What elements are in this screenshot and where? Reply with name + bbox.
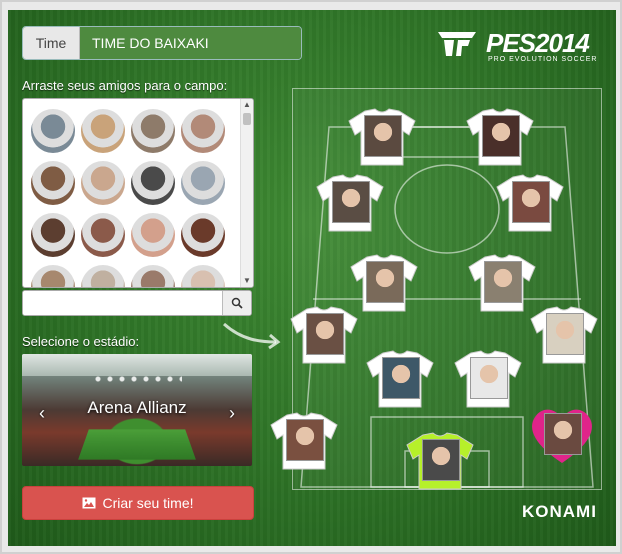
player-photo: [382, 357, 420, 399]
player-slot[interactable]: [405, 431, 475, 491]
player-slot[interactable]: [467, 253, 537, 313]
friend-avatar[interactable]: [181, 213, 225, 257]
friend-avatar[interactable]: [81, 213, 125, 257]
friend-avatar[interactable]: [181, 265, 225, 287]
player-slot[interactable]: [465, 107, 535, 167]
player-slot[interactable]: [365, 349, 435, 409]
search-button[interactable]: [222, 291, 251, 315]
player-slot[interactable]: [269, 411, 339, 471]
pes-crest-icon: [438, 32, 476, 56]
stadium-roof: [22, 354, 252, 376]
friend-search-input[interactable]: [23, 291, 222, 315]
player-photo: [470, 357, 508, 399]
chevron-right-icon[interactable]: ›: [226, 404, 238, 422]
friends-list[interactable]: ▲ ▼: [22, 98, 254, 288]
friend-avatar[interactable]: [31, 161, 75, 205]
soccer-field[interactable]: [270, 88, 602, 491]
player-photo: [484, 261, 522, 303]
team-name-input[interactable]: [80, 27, 301, 59]
friend-avatar[interactable]: [181, 109, 225, 153]
player-photo: [364, 115, 402, 157]
player-slot[interactable]: [347, 107, 417, 167]
create-team-label: Criar seu time!: [102, 495, 194, 511]
player-photo: [482, 115, 520, 157]
stadium-field: [78, 429, 196, 460]
player-photo: [422, 439, 460, 481]
player-slot[interactable]: [495, 173, 565, 233]
search-icon: [231, 297, 243, 309]
drag-arrow-icon: [223, 322, 281, 350]
logo-subtitle: PRO EVOLUTION SOCCER: [488, 56, 598, 63]
player-photo: [366, 261, 404, 303]
friend-avatar[interactable]: [131, 265, 175, 287]
friends-instruction: Arraste seus amigos para o campo:: [22, 78, 228, 93]
friend-avatar[interactable]: [31, 213, 75, 257]
logo-title: PES2014: [486, 28, 590, 58]
stadium-instruction: Selecione o estádio:: [22, 334, 140, 349]
create-team-button[interactable]: Criar seu time!: [22, 486, 254, 520]
player-slot[interactable]: [315, 173, 385, 233]
stadium-name: Arena Allianz: [87, 398, 187, 417]
player-photo: [286, 419, 324, 461]
app-frame: Time Arraste seus amigos para o campo: ▲…: [0, 0, 622, 554]
friend-avatar[interactable]: [131, 213, 175, 257]
team-name-field[interactable]: Time: [22, 26, 302, 60]
player-photo: [332, 181, 370, 223]
stadium-lights: [92, 374, 182, 384]
friend-avatar[interactable]: [131, 161, 175, 205]
stadium-selector[interactable]: Arena Allianz ‹ ›: [22, 354, 252, 466]
friend-avatar[interactable]: [81, 265, 125, 287]
team-name-label: Time: [23, 27, 80, 59]
scroll-up-icon[interactable]: ▲: [241, 99, 253, 111]
friend-avatar[interactable]: [181, 161, 225, 205]
friends-scrollbar[interactable]: ▲ ▼: [240, 99, 253, 287]
favorite-player-slot[interactable]: [527, 405, 597, 465]
image-icon: [82, 497, 96, 509]
friend-search: [22, 290, 252, 316]
friend-avatar[interactable]: [131, 109, 175, 153]
player-slot[interactable]: [453, 349, 523, 409]
scroll-down-icon[interactable]: ▼: [241, 275, 253, 287]
friend-avatar[interactable]: [81, 161, 125, 205]
chevron-left-icon[interactable]: ‹: [36, 404, 48, 422]
friend-avatar[interactable]: [31, 109, 75, 153]
friend-avatar[interactable]: [81, 109, 125, 153]
konami-logo: KONAMI: [522, 502, 597, 521]
scroll-thumb[interactable]: [243, 113, 251, 125]
player-photo: [546, 313, 584, 355]
player-slot[interactable]: [349, 253, 419, 313]
pes-logo: PES2014 PRO EVOLUTION SOCCER: [434, 26, 606, 66]
player-slot[interactable]: [289, 305, 359, 365]
friend-avatar[interactable]: [31, 265, 75, 287]
friends-grid: [31, 109, 241, 287]
player-photo: [512, 181, 550, 223]
player-slot[interactable]: [529, 305, 599, 365]
player-photo: [306, 313, 344, 355]
player-photo: [544, 413, 582, 455]
